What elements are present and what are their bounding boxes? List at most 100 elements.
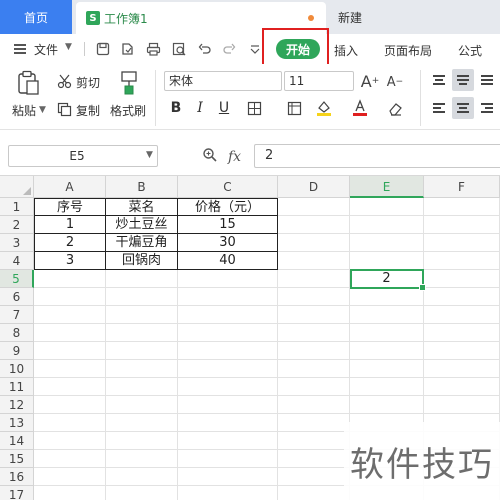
- file-menu[interactable]: 文件: [34, 41, 58, 58]
- fill-color-icon[interactable]: [314, 97, 334, 119]
- cell-d16[interactable]: [278, 468, 350, 486]
- cell-a9[interactable]: [34, 342, 106, 360]
- cell-f11[interactable]: [424, 378, 500, 396]
- cell-b3[interactable]: 干煸豆角: [106, 234, 178, 252]
- cell-e6[interactable]: [350, 288, 424, 306]
- cell-c4[interactable]: 40: [178, 252, 278, 270]
- cell-d11[interactable]: [278, 378, 350, 396]
- cell-f3[interactable]: [424, 234, 500, 252]
- cell-d7[interactable]: [278, 306, 350, 324]
- cell-a7[interactable]: [34, 306, 106, 324]
- cell-c11[interactable]: [178, 378, 278, 396]
- format-painter-button[interactable]: 格式刷: [110, 102, 146, 119]
- cell-c2[interactable]: 15: [178, 216, 278, 234]
- cell-b13[interactable]: [106, 414, 178, 432]
- row-header[interactable]: 15: [0, 450, 34, 468]
- cell-d12[interactable]: [278, 396, 350, 414]
- cell-b4[interactable]: 回锅肉: [106, 252, 178, 270]
- customize-quick-access-icon[interactable]: [246, 40, 264, 58]
- cell-e5[interactable]: 2: [350, 270, 424, 288]
- cell-c7[interactable]: [178, 306, 278, 324]
- cell-a17[interactable]: [34, 486, 106, 500]
- print-preview-icon[interactable]: [170, 40, 188, 58]
- align-top-icon[interactable]: [428, 69, 450, 91]
- cell-c8[interactable]: [178, 324, 278, 342]
- column-header-c[interactable]: C: [178, 176, 278, 198]
- paste-button[interactable]: 粘贴: [12, 102, 36, 119]
- cell-d6[interactable]: [278, 288, 350, 306]
- cell-b15[interactable]: [106, 450, 178, 468]
- cell-c12[interactable]: [178, 396, 278, 414]
- cell-b6[interactable]: [106, 288, 178, 306]
- paste-icon[interactable]: [14, 70, 42, 96]
- cell-d10[interactable]: [278, 360, 350, 378]
- cell-c9[interactable]: [178, 342, 278, 360]
- cell-d3[interactable]: [278, 234, 350, 252]
- cell-e12[interactable]: [350, 396, 424, 414]
- cell-c3[interactable]: 30: [178, 234, 278, 252]
- font-color-icon[interactable]: [350, 97, 370, 119]
- align-left-icon[interactable]: [428, 97, 450, 119]
- cell-e8[interactable]: [350, 324, 424, 342]
- cell-a3[interactable]: 2: [34, 234, 106, 252]
- cell-c5[interactable]: [178, 270, 278, 288]
- cell-a13[interactable]: [34, 414, 106, 432]
- cell-b5[interactable]: [106, 270, 178, 288]
- name-box[interactable]: E5: [8, 145, 158, 167]
- column-header-e[interactable]: E: [350, 176, 424, 198]
- tab-insert[interactable]: 插入: [334, 42, 358, 59]
- cell-c17[interactable]: [178, 486, 278, 500]
- cell-d15[interactable]: [278, 450, 350, 468]
- cell-b1[interactable]: 菜名: [106, 198, 178, 216]
- font-size-select[interactable]: 11: [284, 71, 354, 91]
- cell-a12[interactable]: [34, 396, 106, 414]
- cell-e1[interactable]: [350, 198, 424, 216]
- undo-icon[interactable]: [196, 40, 214, 58]
- cell-f2[interactable]: [424, 216, 500, 234]
- cell-a15[interactable]: [34, 450, 106, 468]
- cell-b10[interactable]: [106, 360, 178, 378]
- export-icon[interactable]: [118, 40, 136, 58]
- underline-button[interactable]: U: [214, 97, 234, 119]
- cell-a4[interactable]: 3: [34, 252, 106, 270]
- align-middle-icon[interactable]: [452, 69, 474, 91]
- copy-icon[interactable]: [56, 101, 72, 117]
- font-name-select[interactable]: 宋体: [164, 71, 282, 91]
- cell-d13[interactable]: [278, 414, 350, 432]
- cell-b7[interactable]: [106, 306, 178, 324]
- tab-new[interactable]: 新建: [338, 0, 362, 34]
- cell-a2[interactable]: 1: [34, 216, 106, 234]
- row-header[interactable]: 4: [0, 252, 34, 270]
- cell-b2[interactable]: 炒土豆丝: [106, 216, 178, 234]
- copy-button[interactable]: 复制: [76, 102, 100, 119]
- row-header[interactable]: 1: [0, 198, 34, 216]
- cell-b8[interactable]: [106, 324, 178, 342]
- cell-a10[interactable]: [34, 360, 106, 378]
- formula-input[interactable]: 2: [254, 144, 500, 168]
- cell-f5[interactable]: [424, 270, 500, 288]
- align-center-icon[interactable]: [452, 97, 474, 119]
- column-header-a[interactable]: A: [34, 176, 106, 198]
- cell-a14[interactable]: [34, 432, 106, 450]
- cell-d14[interactable]: [278, 432, 350, 450]
- zoom-lookup-icon[interactable]: [202, 147, 218, 166]
- cell-f12[interactable]: [424, 396, 500, 414]
- cell-e10[interactable]: [350, 360, 424, 378]
- row-header[interactable]: 17: [0, 486, 34, 500]
- cell-b12[interactable]: [106, 396, 178, 414]
- cell-e9[interactable]: [350, 342, 424, 360]
- tab-workbook[interactable]: S 工作簿1: [76, 2, 326, 34]
- cell-f6[interactable]: [424, 288, 500, 306]
- cell-c16[interactable]: [178, 468, 278, 486]
- cell-c6[interactable]: [178, 288, 278, 306]
- row-header[interactable]: 16: [0, 468, 34, 486]
- freeze-panes-icon[interactable]: [284, 97, 304, 119]
- row-header[interactable]: 9: [0, 342, 34, 360]
- row-header[interactable]: 14: [0, 432, 34, 450]
- align-bottom-icon[interactable]: [476, 69, 498, 91]
- cell-a16[interactable]: [34, 468, 106, 486]
- tab-page-layout[interactable]: 页面布局: [384, 42, 432, 59]
- row-header[interactable]: 12: [0, 396, 34, 414]
- cell-f7[interactable]: [424, 306, 500, 324]
- cell-c1[interactable]: 价格（元）: [178, 198, 278, 216]
